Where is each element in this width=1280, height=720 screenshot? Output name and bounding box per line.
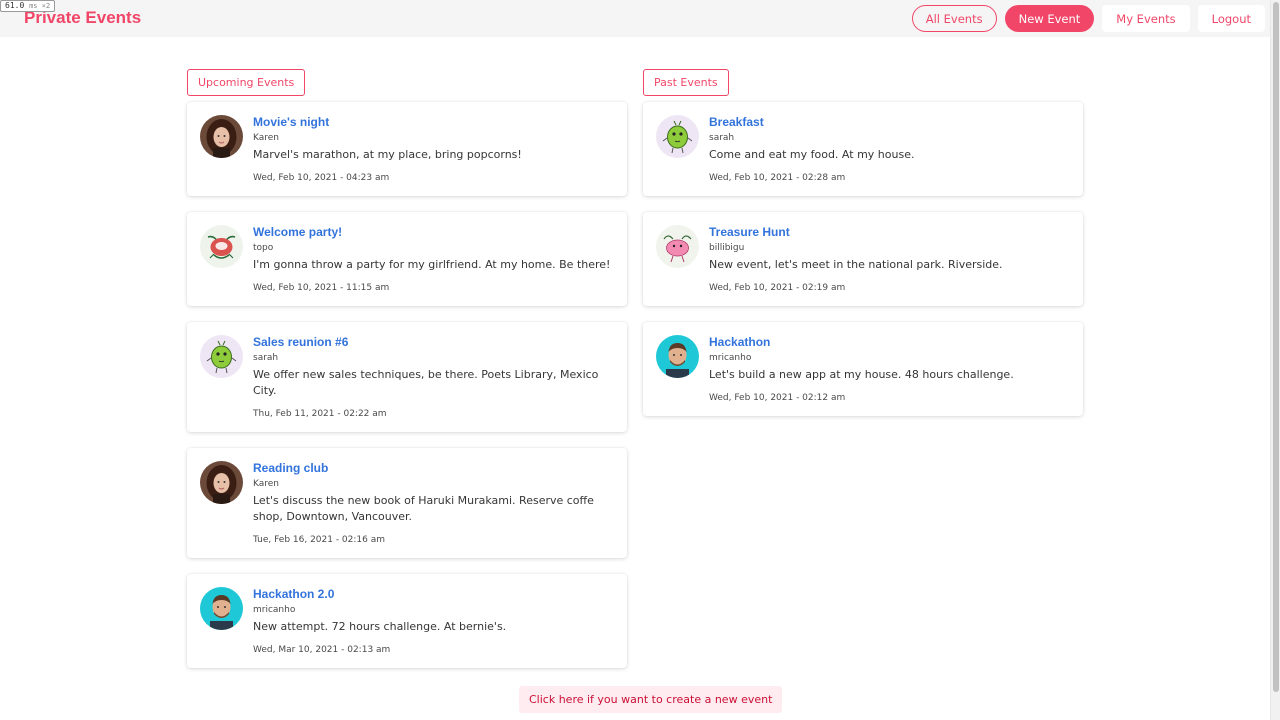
event-description: New attempt. 72 hours challenge. At bern…: [253, 620, 507, 633]
avatar: [200, 461, 243, 504]
event-card: Treasure Hunt billibigu New event, let's m…: [643, 212, 1083, 306]
event-title-link[interactable]: Sales reunion #6: [253, 335, 613, 349]
avatar: [656, 115, 699, 158]
perf-value: 61.0: [5, 1, 25, 10]
event-date: Thu, Feb 11, 2021 - 02:22 am: [253, 409, 387, 419]
past-events-list: Breakfast sarah Come and eat my food. At m…: [643, 102, 1083, 416]
avatar: [200, 225, 243, 268]
event-title-link[interactable]: Movie's night: [253, 115, 613, 129]
event-card: Movie's night Karen Marvel's marathon, at …: [187, 102, 627, 196]
nav-actions: All Events New Event My Events Logout: [911, 5, 1265, 32]
event-author: mricanho: [709, 353, 752, 363]
avatar: [656, 335, 699, 378]
event-author: Karen: [253, 133, 280, 143]
event-card: Hackathon mricanho Let's build a new app a…: [643, 322, 1083, 416]
event-description: Marvel's marathon, at my place, bring po…: [253, 148, 522, 161]
perf-overlay: 61.0 ms ×2: [0, 0, 56, 12]
logout-button[interactable]: Logout: [1197, 5, 1265, 32]
avatar: [200, 335, 243, 378]
upcoming-events-section: Upcoming Events Movie's night Karen Marvel…: [187, 69, 627, 684]
top-navbar: Private Events All Events New Event My E…: [0, 0, 1270, 37]
event-date: Wed, Feb 10, 2021 - 02:12 am: [709, 393, 846, 403]
event-description: We offer new sales techniques, be there.…: [253, 368, 599, 397]
my-events-button[interactable]: My Events: [1102, 5, 1190, 32]
event-date: Wed, Feb 10, 2021 - 02:28 am: [709, 173, 846, 183]
event-card: Breakfast sarah Come and eat my food. At m…: [643, 102, 1083, 196]
avatar: [200, 115, 243, 158]
all-events-button[interactable]: All Events: [911, 5, 997, 32]
event-title-link[interactable]: Welcome party!: [253, 225, 613, 239]
new-event-button[interactable]: New Event: [1004, 5, 1095, 32]
event-date: Wed, Feb 10, 2021 - 02:19 am: [709, 283, 846, 293]
event-card: Sales reunion #6 sarah We offer new sales …: [187, 322, 627, 432]
event-author: Karen: [253, 479, 280, 489]
event-author: billibigu: [709, 243, 745, 253]
event-date: Tue, Feb 16, 2021 - 02:16 am: [253, 535, 386, 545]
event-date: Wed, Feb 10, 2021 - 04:23 am: [253, 173, 390, 183]
avatar: [200, 587, 243, 630]
perf-unit: ms ×2: [29, 2, 51, 10]
event-author: mricanho: [253, 605, 296, 615]
event-description: I'm gonna throw a party for my girlfrien…: [253, 258, 611, 271]
event-description: Let's discuss the new book of Haruki Mur…: [253, 494, 594, 523]
past-events-section: Past Events Breakfast sarah Come and eat m…: [643, 69, 1083, 432]
event-author: topo: [253, 243, 274, 253]
event-author: sarah: [709, 133, 735, 143]
past-events-tag[interactable]: Past Events: [643, 69, 729, 96]
event-description: Let's build a new app at my house. 48 ho…: [709, 368, 1014, 381]
event-title-link[interactable]: Breakfast: [709, 115, 1069, 129]
upcoming-events-list: Movie's night Karen Marvel's marathon, at …: [187, 102, 627, 668]
create-event-link[interactable]: Click here if you want to create a new e…: [519, 686, 783, 713]
event-description: Come and eat my food. At my house.: [709, 148, 915, 161]
event-title-link[interactable]: Hackathon 2.0: [253, 587, 613, 601]
event-title-link[interactable]: Reading club: [253, 461, 613, 475]
event-date: Wed, Mar 10, 2021 - 02:13 am: [253, 645, 391, 655]
upcoming-events-tag[interactable]: Upcoming Events: [187, 69, 306, 96]
scrollbar-thumb[interactable]: [1273, 2, 1279, 692]
event-card: Welcome party! topo I'm gonna throw a part…: [187, 212, 627, 306]
event-title-link[interactable]: Hackathon: [709, 335, 1069, 349]
event-date: Wed, Feb 10, 2021 - 11:15 am: [253, 283, 390, 293]
event-card: Hackathon 2.0 mricanho New attempt. 72 hou…: [187, 574, 627, 668]
event-title-link[interactable]: Treasure Hunt: [709, 225, 1069, 239]
event-description: New event, let's meet in the national pa…: [709, 258, 1003, 271]
event-card: Reading club Karen Let's discuss the new b…: [187, 448, 627, 558]
page-scrollbar[interactable]: [1270, 0, 1280, 720]
event-author: sarah: [253, 353, 279, 363]
avatar: [656, 225, 699, 268]
